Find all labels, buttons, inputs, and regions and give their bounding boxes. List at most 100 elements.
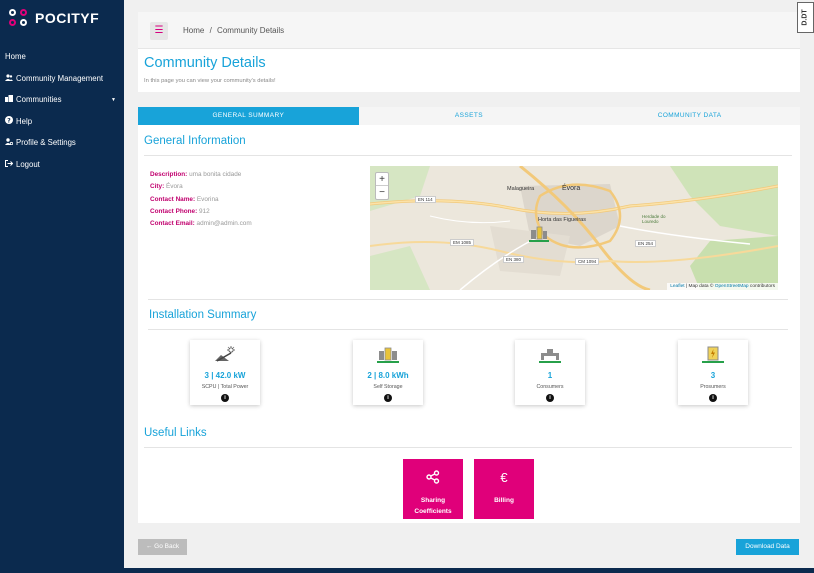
consumers-value: 1 (547, 371, 553, 380)
self-storage-value: 2 | 8.0 kWh (367, 371, 409, 380)
openstreetmap-link[interactable]: OpenStreetMap (715, 284, 749, 289)
prosumer-icon (701, 346, 725, 364)
sidebar-item-logout[interactable]: Logout (0, 154, 124, 176)
sidebar: POCITYF Home Community Management Commun… (0, 0, 124, 573)
map-label-horta: Horta das Figueiras (538, 217, 586, 223)
sidebar-item-label: Home (5, 52, 26, 62)
svg-text:?: ? (7, 118, 11, 125)
zoom-out-button[interactable]: − (376, 186, 388, 199)
users-icon (5, 74, 13, 83)
prosumers-label: Prosumers (700, 384, 726, 390)
logout-icon (5, 159, 14, 169)
prosumers-value: 3 (710, 371, 716, 380)
info-row-contact-name: Contact Name: Evorina (150, 195, 219, 203)
top-bar: ☰ Home / Community Details (138, 12, 800, 49)
sidebar-item-help[interactable]: ? Help (0, 111, 124, 133)
consumers-label: Consumers (536, 384, 564, 390)
tabs: GENERAL SUMMARY ASSETS COMMUNITY DATA (138, 107, 800, 125)
tab-assets[interactable]: ASSETS (359, 107, 580, 125)
sidebar-item-community-management[interactable]: Community Management (0, 68, 124, 90)
sidebar-item-home[interactable]: Home (0, 46, 124, 68)
breadcrumb-separator: / (209, 26, 212, 35)
share-icon (403, 470, 463, 487)
battery-storage-icon (376, 346, 400, 364)
app-logo[interactable]: POCITYF (8, 8, 99, 28)
divider (144, 447, 792, 448)
info-icon[interactable]: i (546, 394, 554, 402)
tile-label-line1: Billing (494, 497, 514, 504)
tab-community-data[interactable]: COMMUNITY DATA (579, 107, 800, 125)
go-back-button[interactable]: ← Go Back (138, 539, 187, 555)
tile-label-line2: Coefficients (414, 508, 452, 515)
billing-button[interactable]: € Billing (474, 459, 534, 519)
info-icon[interactable]: i (221, 394, 229, 402)
sidebar-item-label: Communities (16, 95, 62, 105)
corner-badge: D.DT (797, 2, 814, 33)
logo-mark-icon (8, 8, 30, 28)
info-row-city: City: Évora (150, 183, 183, 191)
info-icon[interactable]: i (709, 394, 717, 402)
chevron-down-icon[interactable]: ▼ (111, 97, 116, 103)
info-row-description: Description: uma bonita cidade (150, 171, 242, 178)
page-title: Community Details (144, 55, 266, 71)
divider (148, 299, 788, 300)
tile-label-line1: Sharing (420, 497, 446, 504)
info-row-contact-phone: Contact Phone: 912 (150, 207, 210, 215)
map-zoom-control: + − (375, 172, 389, 200)
community-map-marker-icon[interactable] (528, 226, 550, 244)
consumer-icon (538, 346, 562, 364)
road-label-en380: EN 380 (503, 256, 525, 263)
road-label-en254: EN 254 (635, 240, 657, 247)
buildings-icon (5, 95, 13, 104)
sidebar-nav: Home Community Management Communities ▼ … (0, 46, 124, 175)
installation-card-scpu: 3 | 42.0 kW SCPU | Total Power i (190, 340, 260, 405)
sidebar-item-label: Profile & Settings (16, 138, 76, 148)
map-label-herdade: Herdade do Louredo (642, 214, 666, 224)
info-row-contact-email: Contact Email: admin@admin.com (150, 220, 252, 228)
leaflet-link[interactable]: Leaflet (670, 284, 684, 289)
page-subtitle: In this page you can view your community… (144, 78, 276, 84)
road-label-cm1094: CM 1094 (575, 258, 600, 265)
main-card: GENERAL SUMMARY ASSETS COMMUNITY DATA Ge… (138, 107, 800, 523)
download-data-button[interactable]: Download Data (736, 539, 799, 555)
map-attribution: Leaflet | Map data © OpenStreetMap contr… (667, 283, 778, 290)
bottom-strip (124, 568, 814, 573)
sidebar-item-label: Logout (16, 159, 40, 169)
solar-panel-icon (213, 346, 237, 364)
sidebar-item-profile-settings[interactable]: Profile & Settings (0, 132, 124, 154)
scpu-label: SCPU | Total Power (201, 384, 249, 390)
breadcrumb-current: Community Details (217, 26, 285, 35)
breadcrumb-home[interactable]: Home (183, 26, 204, 35)
self-storage-label: Self Storage (373, 384, 403, 390)
question-icon: ? (5, 116, 13, 126)
hamburger-menu-button[interactable]: ☰ (150, 22, 168, 40)
road-label-en114: EN 114 (415, 196, 436, 203)
useful-links-title: Useful Links (144, 427, 207, 439)
divider (144, 155, 792, 156)
user-gear-icon (5, 138, 14, 147)
tab-general-summary[interactable]: GENERAL SUMMARY (138, 107, 359, 125)
info-icon[interactable]: i (384, 394, 392, 402)
sidebar-item-label: Community Management (16, 73, 104, 83)
general-information-fields: Description: uma bonita cidade City: Évo… (150, 169, 252, 230)
scpu-value: 3 | 42.0 kW (204, 371, 246, 380)
sidebar-item-label: Help (16, 116, 33, 126)
map-label-malagueira: Malagueira (507, 186, 535, 192)
sharing-coefficients-button[interactable]: Sharing Coefficients (403, 459, 463, 519)
breadcrumb: Home / Community Details (183, 26, 284, 35)
page-header-card: Community Details In this page you can v… (138, 49, 800, 92)
hamburger-icon: ☰ (154, 25, 164, 36)
euro-icon: € (500, 470, 508, 485)
sidebar-item-communities[interactable]: Communities ▼ (0, 89, 124, 111)
installation-summary-title: Installation Summary (149, 309, 257, 321)
general-information-title: General Information (144, 135, 246, 147)
community-map[interactable]: + − Malagueira Évora Horta das Figueiras… (370, 166, 778, 290)
installation-card-consumers: 1 Consumers i (515, 340, 585, 405)
zoom-in-button[interactable]: + (376, 173, 388, 186)
installation-card-prosumers: 3 Prosumers i (678, 340, 748, 405)
installation-card-self-storage: 2 | 8.0 kWh Self Storage i (353, 340, 423, 405)
divider (148, 329, 788, 330)
map-label-evora: Évora (562, 185, 581, 192)
road-label-em1085: EM 1085 (450, 239, 475, 246)
app-name: POCITYF (35, 10, 100, 26)
